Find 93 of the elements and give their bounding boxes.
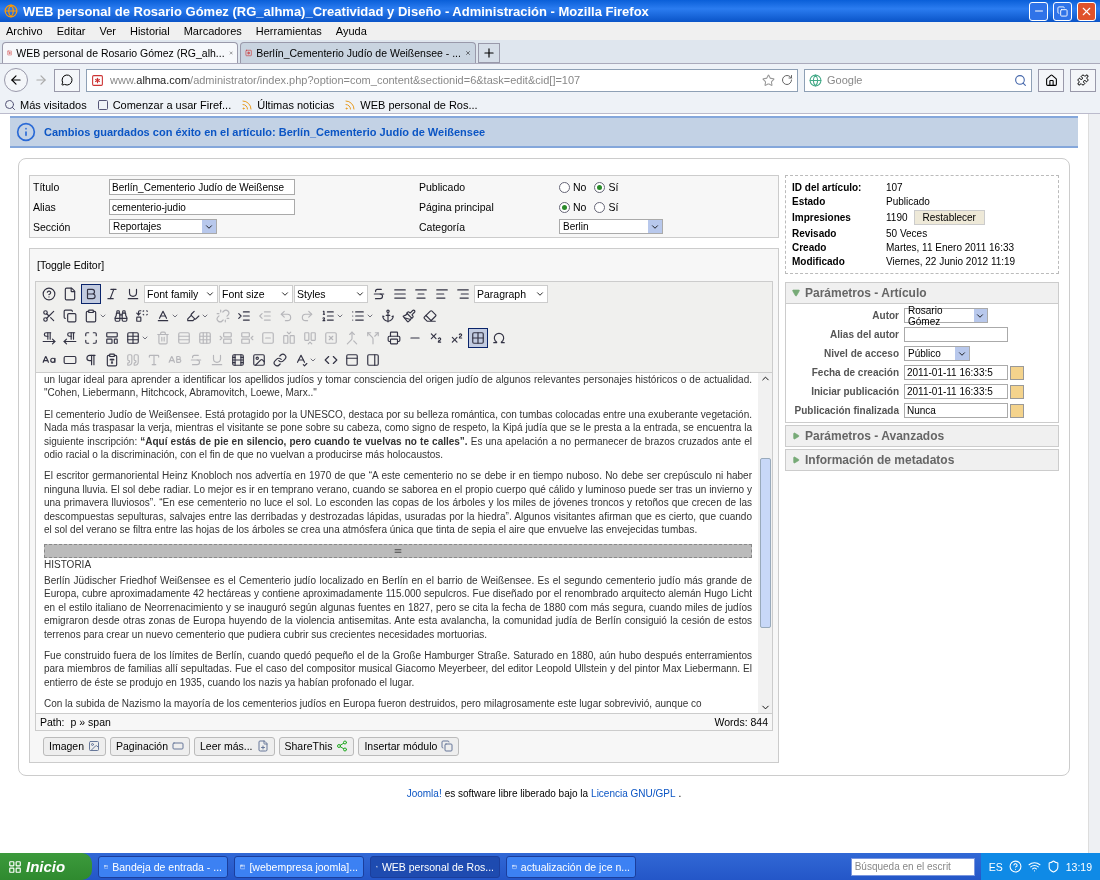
browser-tab[interactable]: Berlín_Cementerio Judío de Weißensee - ... xyxy=(240,42,476,63)
info-label: Creado xyxy=(792,242,828,253)
paragraph: Fue construido fuera de los límites de Berlín, cuando quedó pequeño el de la Große Hamburger Straße. Saturado en 1880, aún hubo después enterramientos para miembros de familias allí sepultadas. Fue el caso del compositor musical Giacomo Meyerbeer, del editor Leopold Ullstein y del pintor Max Liebermann. El entierro de éste se produjo en 1935, cuando los nazis ya habían profonado el lugar. xyxy=(44,648,752,690)
language-indicator[interactable]: ES xyxy=(988,860,1003,873)
panel-header[interactable]: Información de metadatos xyxy=(786,450,1058,470)
editor-button[interactable]: Leer más... xyxy=(194,736,275,756)
reset-button[interactable]: Restablecer xyxy=(913,210,985,225)
paragraph: Berlín Jüdischer Friedhof Weißensee es el Cementerio judío localizado en Berlín en el barrio de Weißensee. Es el segundo cementerio judío más grande de Europa, cubre aproximadamente 42 hectáreas y contiene aproximadamente 115.000 sepulcros. Fue diseñado por el renombrado arquitecto alemán Hugo Licht en el estilo italiano de Neorrenacimiento y se inauguró según algunas fuentes en 1827, pero se cita la fecha de 1880 com más segura, cuando miles de judíos emigraron desde otras zonas de Europa huyendo de la violencia antisemitas. Ante esta avalancha, la comunidad judía de Berlín consiguió la cesión de estos terrenos para crear un nuevo cementerio que pudiera cubrir sus crecientes necesidades mortuorias. xyxy=(44,573,752,641)
info-label: Estado xyxy=(792,196,827,207)
joomla-link[interactable]: Joomla! xyxy=(406,787,442,799)
field-label: Publicado xyxy=(419,181,467,193)
paragraph: El escritor germanoriental Heinz Knobloch nos advertía en 1970 de que “A este cementerio no se debe ir en tiempo nuboso. No debe ser crepúsculo ni haber ninguna lluvia. El sol debe radiar. Lo mejor es ir en temprano verano, cuando se saborea en el propio cuerpo qué cálido y luminoso puede ser tras un invierno y una primavera lluviosos”. “En ese cementerio no luce el sol. Lo esconden las copas de los árboles y los miles de jóvenes troncos y retoños que crecen de las descompuestas sepulturas, salvajes entre las derribadas y destrozadas lápidas, usuradas por la hiedra”. Algunos visitantes afirman que es cierto, que cuando el sol del verano se filtra entre las hojas de los árboles se crea una atmósfera única que tinta de sepia el aire que envuelve las envejecidas tumbas. xyxy=(44,469,752,537)
toggle-editor-link[interactable]: [Toggle Editor] xyxy=(37,259,773,271)
editor-button[interactable]: Paginación xyxy=(110,736,190,756)
address-field[interactable]: www.alhma.com/administrator/index.php?option=com_content&sectionid=6&task=edit&cid[]=107 xyxy=(86,68,798,92)
bookmark-link[interactable]: Comenzar a usar Firef... xyxy=(96,98,232,111)
word-count: Words: 844 xyxy=(714,715,768,728)
footer-period: . xyxy=(678,787,682,799)
toolbar-dropdown[interactable]: Paragraph xyxy=(474,285,548,303)
editor-button[interactable]: ShareThis xyxy=(278,736,355,756)
param-label: Nivel de acceso xyxy=(822,348,900,359)
text-field[interactable]: Berlín_Cementerio Judío de Weißense xyxy=(109,179,295,195)
paragraph: El cementerio Judío de Weißensee. Está protagido por la UNESCO, destaca por su belleza romántica, con tumbas colocadas entre una exuberante vegetación. Nada más traspasar la verja, mientras el visitante se pone sobre su cabeza, como signo de respeto, la Kipá judía que se le presta a la entrada, se encuentra la siguiente inscripción: “Aquí estás de pie en silencio, pero cuando te vuelvas no te calles”. Es una apelación a no permanecer de brazos cruzados ante el odio racial o la discriminación, con el fin de que no vuelvan a producirse más holocaustos. xyxy=(44,407,752,462)
url-text: www.alhma.com/administrator/index.php?option=com_content&sectionid=6&task=edit&cid[]=107 xyxy=(110,74,581,86)
date-field[interactable]: Nunca xyxy=(904,403,1008,418)
info-value: 50 Veces xyxy=(886,228,928,239)
info-value: 1190 xyxy=(886,212,908,223)
toolbar-dropdown[interactable]: Font size xyxy=(219,285,293,303)
text-field[interactable]: cementerio-judio xyxy=(109,199,295,215)
param-label: Publicación finalizada xyxy=(793,405,900,416)
radio-option[interactable]: Sí xyxy=(594,201,619,213)
window-title: WEB personal de Rosario Gómez (RG_alhma)_Creatividad y Diseño - Administración - Mozilla Firefox xyxy=(23,3,650,19)
field-label: Sección xyxy=(33,220,72,233)
text-line: Con la subida de Nazismo la mayoría de los cementerios judíos en Europa fueron destruidos, pero milagrosamente este lugar sobrevivió, aunque co xyxy=(44,697,703,711)
bookmark-link[interactable]: Últimas noticias xyxy=(241,98,335,111)
field-label: Alias xyxy=(33,201,57,213)
info-label: ID del artículo: xyxy=(792,182,863,193)
tab-label: WEB personal de Rosario Gómez (RG_alh... xyxy=(16,47,225,59)
menu-item[interactable]: Ayuda xyxy=(335,25,367,37)
radio-option[interactable]: No xyxy=(559,201,587,213)
info-value: Publicado xyxy=(886,196,930,207)
panel-header[interactable]: Parámetros - Avanzados xyxy=(786,426,1058,446)
info-label: Impresiones xyxy=(792,212,852,223)
param-label: Autor xyxy=(871,310,900,321)
menu-item[interactable]: Ver xyxy=(99,25,116,37)
date-field[interactable]: 2011-01-11 16:33:5 xyxy=(904,384,1008,399)
message-text: Cambios guardados con éxito en el artículo: Berlín_Cementerio Judío de Weißensee xyxy=(44,126,486,138)
param-label: Iniciar publicación xyxy=(810,386,900,397)
clock: 13:19 xyxy=(1065,860,1092,873)
radio-option[interactable]: No xyxy=(559,181,587,193)
select-field[interactable]: Reportajes xyxy=(109,219,217,234)
paragraph: un lugar ideal para aprender a identificar los apellidos judíos y tomar consciencia del origen judío de algunos relevantes personajes históricos o de actualidad. "Cohen, Liebermann, Hitchcock, Abramovitch, Loewe, Marx.." xyxy=(44,373,752,400)
footer-text: es software libre liberado bajo la xyxy=(444,787,589,799)
taskbar-button[interactable]: WEB personal de Ros... xyxy=(370,855,500,878)
param-label: Fecha de creación xyxy=(810,367,900,378)
field-label: Página principal xyxy=(419,201,495,213)
info-label: Modificado xyxy=(792,256,846,267)
browser-tab[interactable]: WEB personal de Rosario Gómez (RG_alh... xyxy=(2,42,238,63)
bookmark-link[interactable]: WEB personal de Ros... xyxy=(344,98,478,111)
editor-button[interactable]: Imagen xyxy=(43,736,107,756)
param-label: Alias del autor xyxy=(829,329,900,340)
menu-item[interactable]: Archivo xyxy=(6,25,43,37)
search-field[interactable]: Google xyxy=(804,68,1032,92)
field-label: Título xyxy=(33,181,61,193)
bookmark-link[interactable]: Más visitados xyxy=(4,98,87,111)
toolbar-dropdown[interactable]: Font family xyxy=(144,285,218,303)
menu-item[interactable]: Editar xyxy=(56,25,86,37)
toolbar-dropdown[interactable]: Styles xyxy=(294,285,368,303)
field-label: Categoría xyxy=(419,220,467,233)
info-value: Viernes, 22 Junio 2012 11:19 xyxy=(886,256,1016,267)
desktop-search-field[interactable]: Búsqueda en el escrit xyxy=(850,857,975,876)
taskbar-button[interactable]: Bandeja de entrada - ... xyxy=(98,855,228,878)
menu-item[interactable]: Historial xyxy=(129,25,170,37)
element-path: p » span xyxy=(70,715,111,728)
panel-header[interactable]: Parámetros - Artículo xyxy=(786,283,1058,303)
license-link[interactable]: Licencia GNU/GPL xyxy=(591,787,676,799)
select-field[interactable]: Rosario Gómez xyxy=(904,308,988,323)
info-value: Martes, 11 Enero 2011 16:33 xyxy=(886,242,1015,253)
taskbar-button[interactable]: actualización de jce n... xyxy=(506,855,636,878)
editor-button[interactable]: Insertar módulo xyxy=(358,736,460,756)
menu-item[interactable]: Herramientas xyxy=(255,25,322,37)
start-button[interactable]: Inicio xyxy=(0,853,92,880)
radio-option[interactable]: Sí xyxy=(594,181,619,193)
text-line: HISTORIA xyxy=(44,558,93,572)
date-field[interactable]: 2011-01-11 16:33:5 xyxy=(904,365,1008,380)
taskbar-button[interactable]: [webempresa joomla]... xyxy=(234,855,364,878)
select-field[interactable]: Público xyxy=(904,346,970,361)
path-label: Path: xyxy=(40,715,65,728)
info-value: 107 xyxy=(886,182,903,193)
select-field[interactable]: Berlin xyxy=(559,219,663,234)
info-label: Revisado xyxy=(792,228,838,239)
menu-item[interactable]: Marcadores xyxy=(183,25,242,37)
tab-label: Berlín_Cementerio Judío de Weißensee - ... xyxy=(256,47,461,59)
